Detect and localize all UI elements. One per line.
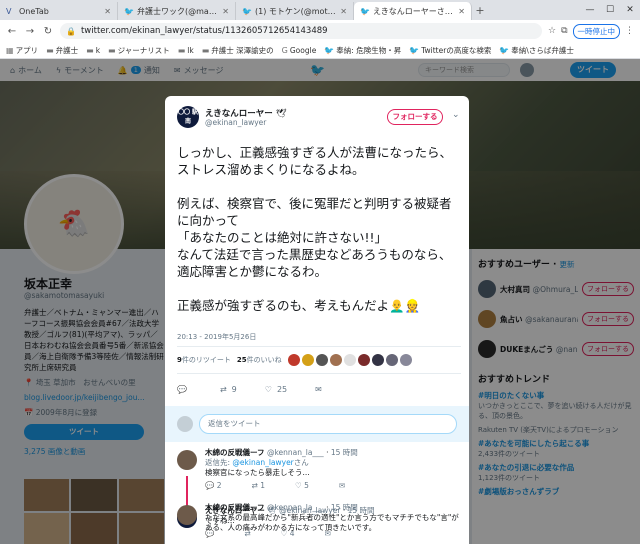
liker-avatars — [287, 354, 412, 366]
avatar[interactable] — [287, 354, 300, 366]
reply-compose: 返信をツイート — [165, 406, 469, 442]
window-controls: — ☐ ✕ — [580, 0, 640, 20]
dm-action[interactable]: ✉ — [315, 385, 322, 394]
avatar[interactable] — [177, 505, 197, 525]
tab-title: えきなんローヤーさんのツイート — [373, 6, 454, 16]
folder-icon: ▬ — [201, 45, 210, 55]
close-tab-icon[interactable]: ✕ — [340, 7, 347, 16]
reply-action[interactable]: 💬 — [177, 385, 192, 394]
follow-button[interactable]: フォローする — [387, 109, 443, 125]
bookmark-item[interactable]: G Google — [282, 46, 317, 55]
tab-title: 弁護士ワック(@mackckckck)さ — [137, 6, 218, 16]
close-window-icon[interactable]: ✕ — [620, 0, 640, 20]
dm-action[interactable]: ✉ — [339, 481, 345, 491]
avatar[interactable] — [315, 354, 328, 366]
tweet-text: しっかし、正義感強すぎる人が法曹になったら、ストレス溜めまくりになるよね。 例え… — [177, 145, 453, 313]
reply-tweet[interactable]: 木綿の反戦儀ーフ @kennan_la___ · 15 時間 返信先: @eki… — [177, 448, 461, 491]
bookmark-item[interactable]: 🐦 Twitterの高度な検索 — [409, 45, 491, 56]
avatar[interactable] — [343, 354, 356, 366]
forward-arrow-icon[interactable]: → — [24, 26, 36, 37]
author-avatar[interactable]: 〇〇 駅南 — [177, 106, 199, 128]
reload-icon[interactable]: ↻ — [42, 26, 54, 37]
maximize-icon[interactable]: ☐ — [600, 0, 620, 20]
tweet-actions: 💬 ⇄ 9 ♡ 25 ✉ — [177, 381, 461, 397]
tweet-stats: 9件のリツイート 25件のいいね — [177, 346, 461, 374]
user-avatar — [177, 416, 193, 432]
chevron-down-icon[interactable]: ⌄ — [452, 110, 460, 120]
bookmark-item[interactable]: ▦ アプリ — [6, 45, 38, 56]
star-icon[interactable]: ☆ — [548, 26, 556, 36]
browser-toolbar: ← → ↻ 🔒 twitter.com/ekinan_lawyer/status… — [0, 20, 640, 42]
twitter-bird-icon: 🐦 — [124, 6, 134, 16]
toolbar-right: ☆ ⧉ 一時停止中 ⋮ — [548, 23, 634, 39]
bird-emoji-icon: 🕊 — [275, 109, 287, 119]
retweet-action[interactable]: ⇄ 1 — [252, 481, 265, 491]
minimize-icon[interactable]: — — [580, 0, 600, 20]
google-icon: G — [281, 45, 288, 55]
avatar[interactable] — [371, 354, 384, 366]
bookmark-item[interactable]: ▬ lk — [178, 46, 194, 55]
onetab-icon: V — [6, 6, 12, 16]
twitter-page: ⌂ ホーム ϟ モーメント 🔔 1 通知 ✉ メッセージ 🐦 キーワード検索 ツイート 🐔… — [0, 59, 640, 544]
close-tab-icon[interactable]: ✕ — [222, 7, 229, 16]
retweet-action[interactable]: ⇄ 9 — [220, 385, 237, 394]
reply-icon: 💬 — [177, 384, 187, 394]
avatar[interactable] — [177, 450, 197, 470]
tweet-timestamp[interactable]: 20:13 - 2019年5月26日 — [177, 332, 256, 342]
twitter-bird-icon: 🐦 — [499, 45, 510, 55]
menu-dots-icon[interactable]: ⋮ — [625, 26, 634, 36]
avatar[interactable] — [329, 354, 342, 366]
avatar[interactable] — [357, 354, 370, 366]
folder-icon: ▬ — [177, 45, 186, 55]
extension-icon[interactable]: ⧉ — [561, 26, 567, 36]
twitter-bird-icon: 🐦 — [360, 6, 370, 16]
retweet-icon: ⇄ — [219, 384, 227, 394]
bookmarks-bar: ▦ アプリ ▬ 弁護士 ▬ k ▬ ジャーナリスト ▬ lk ▬ 弁護士 深澤諭史の G Go… — [0, 42, 640, 59]
bookmark-item[interactable]: ▬ k — [86, 46, 100, 55]
lock-icon: 🔒 — [66, 26, 76, 36]
back-arrow-icon[interactable]: ← — [6, 26, 18, 37]
browser-tab-motoken[interactable]: 🐦 (1) モトケン(@motoken_tw)さん ✕ — [236, 2, 354, 20]
reply-tweet[interactable]: 木綿の反戦儀ーフ @kennan_la___ · 15 時間 ただ文系の最高峰だ… — [177, 503, 461, 533]
like-action[interactable]: ♡ 5 — [295, 481, 309, 491]
close-tab-icon[interactable]: ✕ — [104, 7, 111, 16]
address-bar[interactable]: 🔒 twitter.com/ekinan_lawyer/status/11326… — [60, 23, 542, 39]
like-action[interactable]: ♡ 25 — [265, 385, 287, 394]
tab-title: (1) モトケン(@motoken_tw)さん — [255, 6, 337, 16]
retweet-count[interactable]: 9件のリツイート — [177, 355, 231, 365]
profile-pause-badge[interactable]: 一時停止中 — [572, 23, 620, 39]
avatar[interactable] — [399, 354, 412, 366]
twitter-bird-icon: 🐦 — [409, 45, 420, 55]
folder-icon: ▬ — [46, 45, 54, 55]
twitter-bird-icon: 🐦 — [242, 6, 252, 16]
heart-icon: ♡ — [264, 384, 272, 394]
close-tab-icon[interactable]: ✕ — [458, 7, 465, 16]
tweet-modal: 〇〇 駅南 えきなんローヤー 🕊 @ekinan_lawyer フォローする ⌄… — [165, 96, 469, 544]
twitter-bird-icon: 🐦 — [324, 45, 335, 55]
browser-tab-onetab[interactable]: V OneTab ✕ — [0, 2, 118, 20]
bookmark-item[interactable]: ▬ 弁護士 深澤諭史の — [202, 45, 274, 56]
folder-icon: ▬ — [108, 45, 116, 55]
browser-tab-mack[interactable]: 🐦 弁護士ワック(@mackckckck)さ ✕ — [118, 2, 236, 20]
tweet-header: 〇〇 駅南 えきなんローヤー 🕊 @ekinan_lawyer フォローする ⌄ — [177, 106, 461, 132]
browser-tab-ekinan[interactable]: 🐦 えきなんローヤーさんのツイート ✕ — [354, 2, 472, 20]
author-handle[interactable]: @ekinan_lawyer — [205, 118, 266, 127]
envelope-icon: ✉ — [315, 384, 322, 394]
bookmark-item[interactable]: ▬ 弁護士 — [46, 45, 78, 56]
like-count[interactable]: 25件のいいね — [237, 355, 282, 365]
reply-action[interactable]: 💬 2 — [205, 481, 222, 491]
url-text: twitter.com/ekinan_lawyer/status/1132605… — [80, 26, 328, 36]
tab-title: OneTab — [19, 6, 49, 16]
avatar[interactable] — [385, 354, 398, 366]
browser-tab-bar: V OneTab ✕ 🐦 弁護士ワック(@mackckckck)さ ✕ 🐦 (1… — [0, 0, 640, 20]
avatar[interactable] — [301, 354, 314, 366]
bookmark-item[interactable]: 🐦 奉納\さらば弁護士 — [499, 45, 574, 56]
new-tab-button[interactable]: + — [472, 2, 488, 20]
bookmark-item[interactable]: ▬ ジャーナリスト — [108, 45, 170, 56]
apps-grid-icon: ▦ — [6, 45, 14, 55]
reply-input[interactable]: 返信をツイート — [199, 414, 457, 434]
folder-icon: ▬ — [86, 45, 94, 55]
bookmark-item[interactable]: 🐦 奉納: 危険生物・昇 — [324, 45, 401, 56]
